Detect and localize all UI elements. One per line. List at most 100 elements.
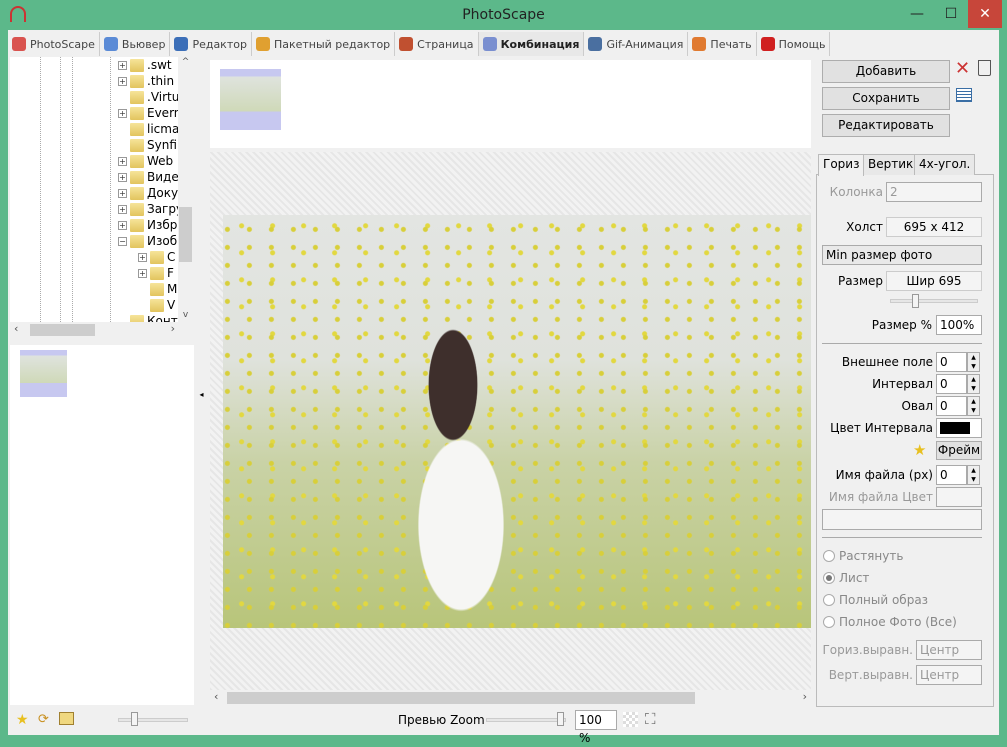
tab-3[interactable]: Пакетный редактор: [252, 32, 396, 56]
thumbnail-item[interactable]: [20, 350, 67, 397]
folder-icon: [150, 298, 164, 312]
interval-color-picker[interactable]: [936, 418, 982, 438]
expand-toggle-icon[interactable]: +: [118, 172, 127, 182]
expand-toggle-icon[interactable]: +: [118, 188, 127, 198]
v-align-select[interactable]: Центр: [916, 665, 982, 685]
tree-item[interactable]: − Изоб: [118, 233, 177, 249]
oval-input[interactable]: 0: [936, 396, 967, 416]
filename-spinner[interactable]: ▲ ▼: [967, 465, 980, 485]
tree-item[interactable]: + F: [138, 265, 174, 281]
preview-zoom-slider[interactable]: [486, 718, 566, 722]
h-align-select[interactable]: Центр: [916, 640, 982, 660]
tree-item[interactable]: + Доку: [118, 185, 178, 201]
frame-button[interactable]: Фрейм: [936, 441, 982, 460]
expand-toggle-icon[interactable]: +: [138, 268, 147, 278]
list-view-icon[interactable]: [956, 88, 972, 102]
size-mode-select[interactable]: Min размер фото: [822, 245, 982, 265]
tree-item[interactable]: licma: [118, 121, 179, 137]
folder-icon: [150, 266, 164, 280]
expand-toggle-icon[interactable]: +: [118, 60, 127, 70]
size-percent-input[interactable]: 100%: [936, 315, 982, 335]
expand-toggle-icon[interactable]: +: [138, 252, 147, 262]
tab-7[interactable]: Печать: [688, 32, 757, 56]
tree-item[interactable]: + Виде: [118, 169, 179, 185]
oval-spinner[interactable]: ▲ ▼: [967, 396, 980, 416]
tree-item[interactable]: + Загру: [118, 201, 183, 217]
tab-5[interactable]: Комбинация: [478, 32, 585, 56]
tree-item[interactable]: + Избр: [118, 217, 177, 233]
fit-to-window-icon[interactable]: ⛶: [645, 710, 656, 728]
preview-zoom-slider-knob[interactable]: [557, 712, 564, 726]
layout-radio[interactable]: Полное Фото (Все): [823, 615, 957, 629]
zoom-value-field[interactable]: 100 %: [575, 710, 617, 745]
radio-button[interactable]: [823, 572, 835, 584]
refresh-icon[interactable]: ⟳: [38, 712, 49, 727]
layout-radio[interactable]: Растянуть: [823, 549, 903, 563]
tab-four-corner[interactable]: 4х-угол.: [914, 154, 976, 175]
tab-1[interactable]: Вьювер: [100, 32, 171, 56]
close-button[interactable]: ✕: [968, 0, 1002, 28]
filename-color-picker[interactable]: [936, 487, 982, 507]
expand-toggle-icon[interactable]: +: [118, 220, 127, 230]
tab-vertical[interactable]: Вертик: [863, 154, 919, 175]
edit-button[interactable]: Редактировать: [822, 114, 950, 137]
tree-vertical-scrollbar[interactable]: ^ v: [178, 57, 193, 322]
filename-text-field[interactable]: [822, 509, 982, 530]
trash-icon[interactable]: [978, 60, 991, 76]
transparency-grid-icon[interactable]: [623, 712, 638, 727]
expand-toggle-icon[interactable]: −: [118, 236, 127, 246]
thumbnail-size-slider[interactable]: [118, 718, 188, 722]
layout-radio[interactable]: Полный образ: [823, 593, 928, 607]
tree-item[interactable]: + C: [138, 249, 175, 265]
canvas-horizontal-scrollbar[interactable]: ‹ ›: [210, 690, 811, 706]
combination-photo-strip[interactable]: [210, 60, 811, 148]
tree-item[interactable]: + .thin: [118, 73, 174, 89]
radio-button[interactable]: [823, 616, 835, 628]
radio-button[interactable]: [823, 550, 835, 562]
maximize-button[interactable]: ☐: [934, 0, 968, 28]
tree-item[interactable]: + .swt: [118, 57, 172, 73]
thumbnail-size-slider-knob[interactable]: [131, 712, 138, 726]
tab-8[interactable]: Помощь: [757, 32, 831, 56]
size-slider-knob[interactable]: [912, 294, 919, 308]
outer-margin-input[interactable]: 0: [936, 352, 967, 372]
add-button[interactable]: Добавить: [822, 60, 950, 83]
strip-photo-item[interactable]: [220, 69, 281, 130]
tab-6[interactable]: Gif-Анимация: [584, 32, 689, 56]
column-select[interactable]: 2: [886, 182, 982, 202]
panel-splitter-handle[interactable]: ◂: [196, 345, 207, 705]
tree-item[interactable]: + Evern: [118, 105, 181, 121]
minimize-button[interactable]: —: [900, 0, 934, 28]
tree-horizontal-scrollbar[interactable]: ‹ ›: [10, 322, 193, 338]
favorite-star-icon[interactable]: ★: [16, 712, 29, 728]
combined-photo-preview: [223, 215, 811, 628]
tab-0[interactable]: PhotoScape: [8, 32, 100, 56]
expand-toggle-icon[interactable]: +: [118, 156, 127, 166]
interval-spinner[interactable]: ▲ ▼: [967, 374, 980, 394]
layout-radio[interactable]: Лист: [823, 571, 869, 585]
tab-4[interactable]: Страница: [395, 32, 479, 56]
tab-2[interactable]: Редактор: [170, 32, 252, 56]
tree-item[interactable]: Synfi: [118, 137, 177, 153]
expand-toggle-icon[interactable]: +: [118, 76, 127, 86]
tree-item[interactable]: .Virtu: [118, 89, 179, 105]
expand-toggle-icon[interactable]: +: [118, 108, 127, 118]
tree-item[interactable]: M: [138, 281, 177, 297]
open-folder-icon[interactable]: [59, 712, 74, 725]
tab-horizontal[interactable]: Гориз: [818, 154, 865, 176]
thumbnail-list[interactable]: [10, 345, 194, 705]
folder-tree[interactable]: + .swt + .thin .Virtu + Evern licma Synfi + Web + Ви…: [10, 57, 193, 322]
tree-item[interactable]: + Web: [118, 153, 173, 169]
size-slider[interactable]: [890, 299, 978, 303]
tab-icon: [174, 37, 189, 51]
outer-margin-spinner[interactable]: ▲ ▼: [967, 352, 980, 372]
interval-input[interactable]: 0: [936, 374, 967, 394]
remove-icon[interactable]: ✕: [955, 58, 970, 79]
save-button[interactable]: Сохранить: [822, 87, 950, 110]
tree-item[interactable]: V: [138, 297, 175, 313]
filename-input[interactable]: 0: [936, 465, 967, 485]
tree-item[interactable]: Конт: [118, 313, 178, 322]
canvas-size-value: 695 x 412: [886, 217, 982, 237]
expand-toggle-icon[interactable]: +: [118, 204, 127, 214]
radio-button[interactable]: [823, 594, 835, 606]
